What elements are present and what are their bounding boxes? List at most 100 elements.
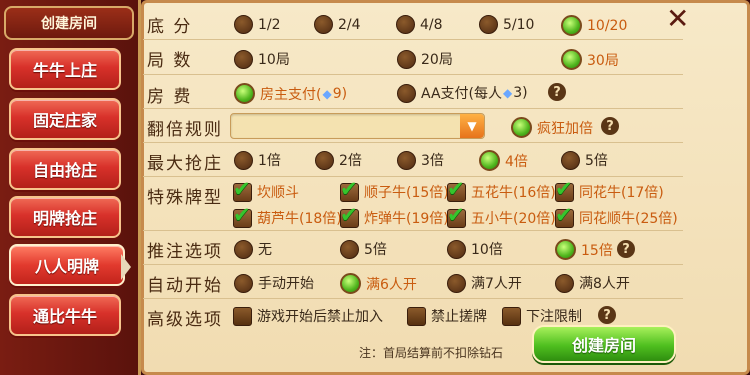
checkbox-checked-icon	[555, 177, 574, 202]
chevron-down-icon[interactable]: ▼	[460, 114, 484, 138]
max-grab-option[interactable]: 5倍	[561, 150, 608, 170]
base-score-option[interactable]: 4/8	[396, 15, 443, 34]
double-rule-dropdown[interactable]: ▼	[230, 113, 485, 139]
radio-icon	[397, 83, 416, 103]
radio-icon	[447, 273, 466, 293]
divider	[143, 176, 683, 177]
radio-icon	[396, 15, 415, 34]
checkbox-icon	[502, 306, 521, 326]
checkbox-checked-icon	[447, 203, 466, 228]
rounds-option[interactable]: 20局	[397, 49, 453, 69]
radio-icon	[397, 150, 416, 170]
radio-checked-icon	[511, 117, 532, 138]
mode-button-fixed-banker[interactable]: 固定庄家	[9, 98, 121, 140]
mode-button-free-grab[interactable]: 自由抢庄	[9, 148, 121, 190]
special-type-checkbox[interactable]: 葫芦牛(18倍)	[233, 203, 342, 228]
divider	[143, 74, 683, 75]
help-icon[interactable]: ?	[598, 306, 616, 324]
checkbox-checked-icon	[447, 177, 466, 202]
bet-option[interactable]: 5倍	[340, 239, 387, 259]
radio-icon	[397, 49, 416, 69]
label-rounds: 局 数	[147, 51, 193, 71]
radio-icon	[234, 239, 253, 259]
close-icon[interactable]: ✕	[666, 5, 689, 33]
diamond-icon: ◆	[322, 86, 332, 101]
radio-icon	[555, 273, 574, 293]
active-arrow-icon	[121, 254, 131, 280]
max-grab-option[interactable]: 2倍	[315, 150, 362, 170]
create-room-button[interactable]: 创建房间	[532, 325, 676, 363]
bet-option[interactable]: 无	[234, 239, 272, 259]
radio-icon	[234, 15, 253, 34]
checkbox-icon	[407, 306, 426, 326]
radio-icon	[234, 150, 253, 170]
max-grab-option[interactable]: 3倍	[397, 150, 444, 170]
room-fee-owner-option[interactable]: 房主支付(◆ 9)	[234, 83, 347, 104]
divider	[143, 230, 683, 231]
label-room-fee: 房 费	[147, 87, 193, 107]
radio-icon	[447, 239, 466, 259]
label-max-grab: 最大抢庄	[147, 154, 223, 174]
checkbox-checked-icon	[555, 203, 574, 228]
mode-button-compare-all[interactable]: 通比牛牛	[9, 294, 121, 336]
base-score-option-selected[interactable]: 10/20	[561, 15, 627, 36]
special-type-checkbox[interactable]: 顺子牛(15倍)	[340, 177, 449, 202]
checkbox-checked-icon	[233, 177, 252, 202]
diamond-icon: ◆	[503, 86, 513, 100]
radio-icon	[314, 15, 333, 34]
mode-button-niuniu-banker[interactable]: 牛牛上庄	[9, 48, 121, 90]
divider	[143, 142, 683, 143]
special-type-checkbox[interactable]: 五花牛(16倍)	[447, 177, 556, 202]
label-special-type: 特殊牌型	[147, 188, 223, 208]
advanced-checkbox[interactable]: 下注限制	[502, 306, 582, 326]
special-type-checkbox[interactable]: 坎顺斗	[233, 177, 299, 202]
special-type-checkbox[interactable]: 五小牛(20倍)	[447, 203, 556, 228]
help-icon[interactable]: ?	[548, 83, 566, 101]
bet-option[interactable]: 10倍	[447, 239, 503, 259]
base-score-option[interactable]: 1/2	[234, 15, 281, 34]
radio-checked-icon	[340, 273, 361, 294]
radio-checked-icon	[561, 15, 582, 36]
radio-icon	[340, 239, 359, 259]
special-type-checkbox[interactable]: 炸弹牛(19倍)	[340, 203, 449, 228]
radio-icon	[315, 150, 334, 170]
room-fee-aa-option[interactable]: AA支付(每人 ◆ 3)	[397, 83, 528, 103]
radio-checked-icon	[561, 49, 582, 70]
checkbox-checked-icon	[340, 203, 359, 228]
auto-start-option[interactable]: 手动开始	[234, 273, 314, 293]
label-advanced: 高级选项	[147, 310, 223, 330]
max-grab-option-selected[interactable]: 4倍	[479, 150, 528, 171]
checkbox-icon	[233, 306, 252, 326]
mode-button-open-grab[interactable]: 明牌抢庄	[9, 196, 121, 238]
radio-checked-icon	[555, 239, 576, 260]
radio-checked-icon	[479, 150, 500, 171]
advanced-checkbox[interactable]: 游戏开始后禁止加入	[233, 306, 383, 326]
auto-start-option[interactable]: 满8人开	[555, 273, 630, 293]
max-grab-option[interactable]: 1倍	[234, 150, 281, 170]
radio-icon	[234, 273, 253, 293]
mode-button-eight-player[interactable]: 八人明牌	[9, 244, 125, 286]
crazy-double-option[interactable]: 疯狂加倍	[511, 117, 593, 138]
footer-note: 注：首局结算前不扣除钻石	[359, 346, 504, 360]
help-icon[interactable]: ?	[601, 117, 619, 135]
special-type-checkbox[interactable]: 同花牛(17倍)	[555, 177, 664, 202]
label-bet-options: 推注选项	[147, 242, 223, 262]
label-base-score: 底 分	[147, 17, 193, 37]
divider	[143, 108, 683, 109]
divider	[143, 264, 683, 265]
base-score-option[interactable]: 2/4	[314, 15, 361, 34]
rounds-option-selected[interactable]: 30局	[561, 49, 619, 70]
auto-start-option-selected[interactable]: 满6人开	[340, 273, 417, 294]
auto-start-option[interactable]: 满7人开	[447, 273, 522, 293]
rounds-option[interactable]: 10局	[234, 49, 290, 69]
radio-icon	[561, 150, 580, 170]
divider	[143, 39, 683, 40]
help-icon[interactable]: ?	[617, 240, 635, 258]
label-double-rule: 翻倍规则	[147, 120, 223, 140]
special-type-checkbox[interactable]: 同花顺牛(25倍)	[555, 203, 678, 228]
radio-icon	[479, 15, 498, 34]
bet-option-selected[interactable]: 15倍	[555, 239, 613, 260]
advanced-checkbox[interactable]: 禁止搓牌	[407, 306, 487, 326]
base-score-option[interactable]: 5/10	[479, 15, 534, 34]
sidebar-header: 创建房间	[4, 6, 134, 40]
